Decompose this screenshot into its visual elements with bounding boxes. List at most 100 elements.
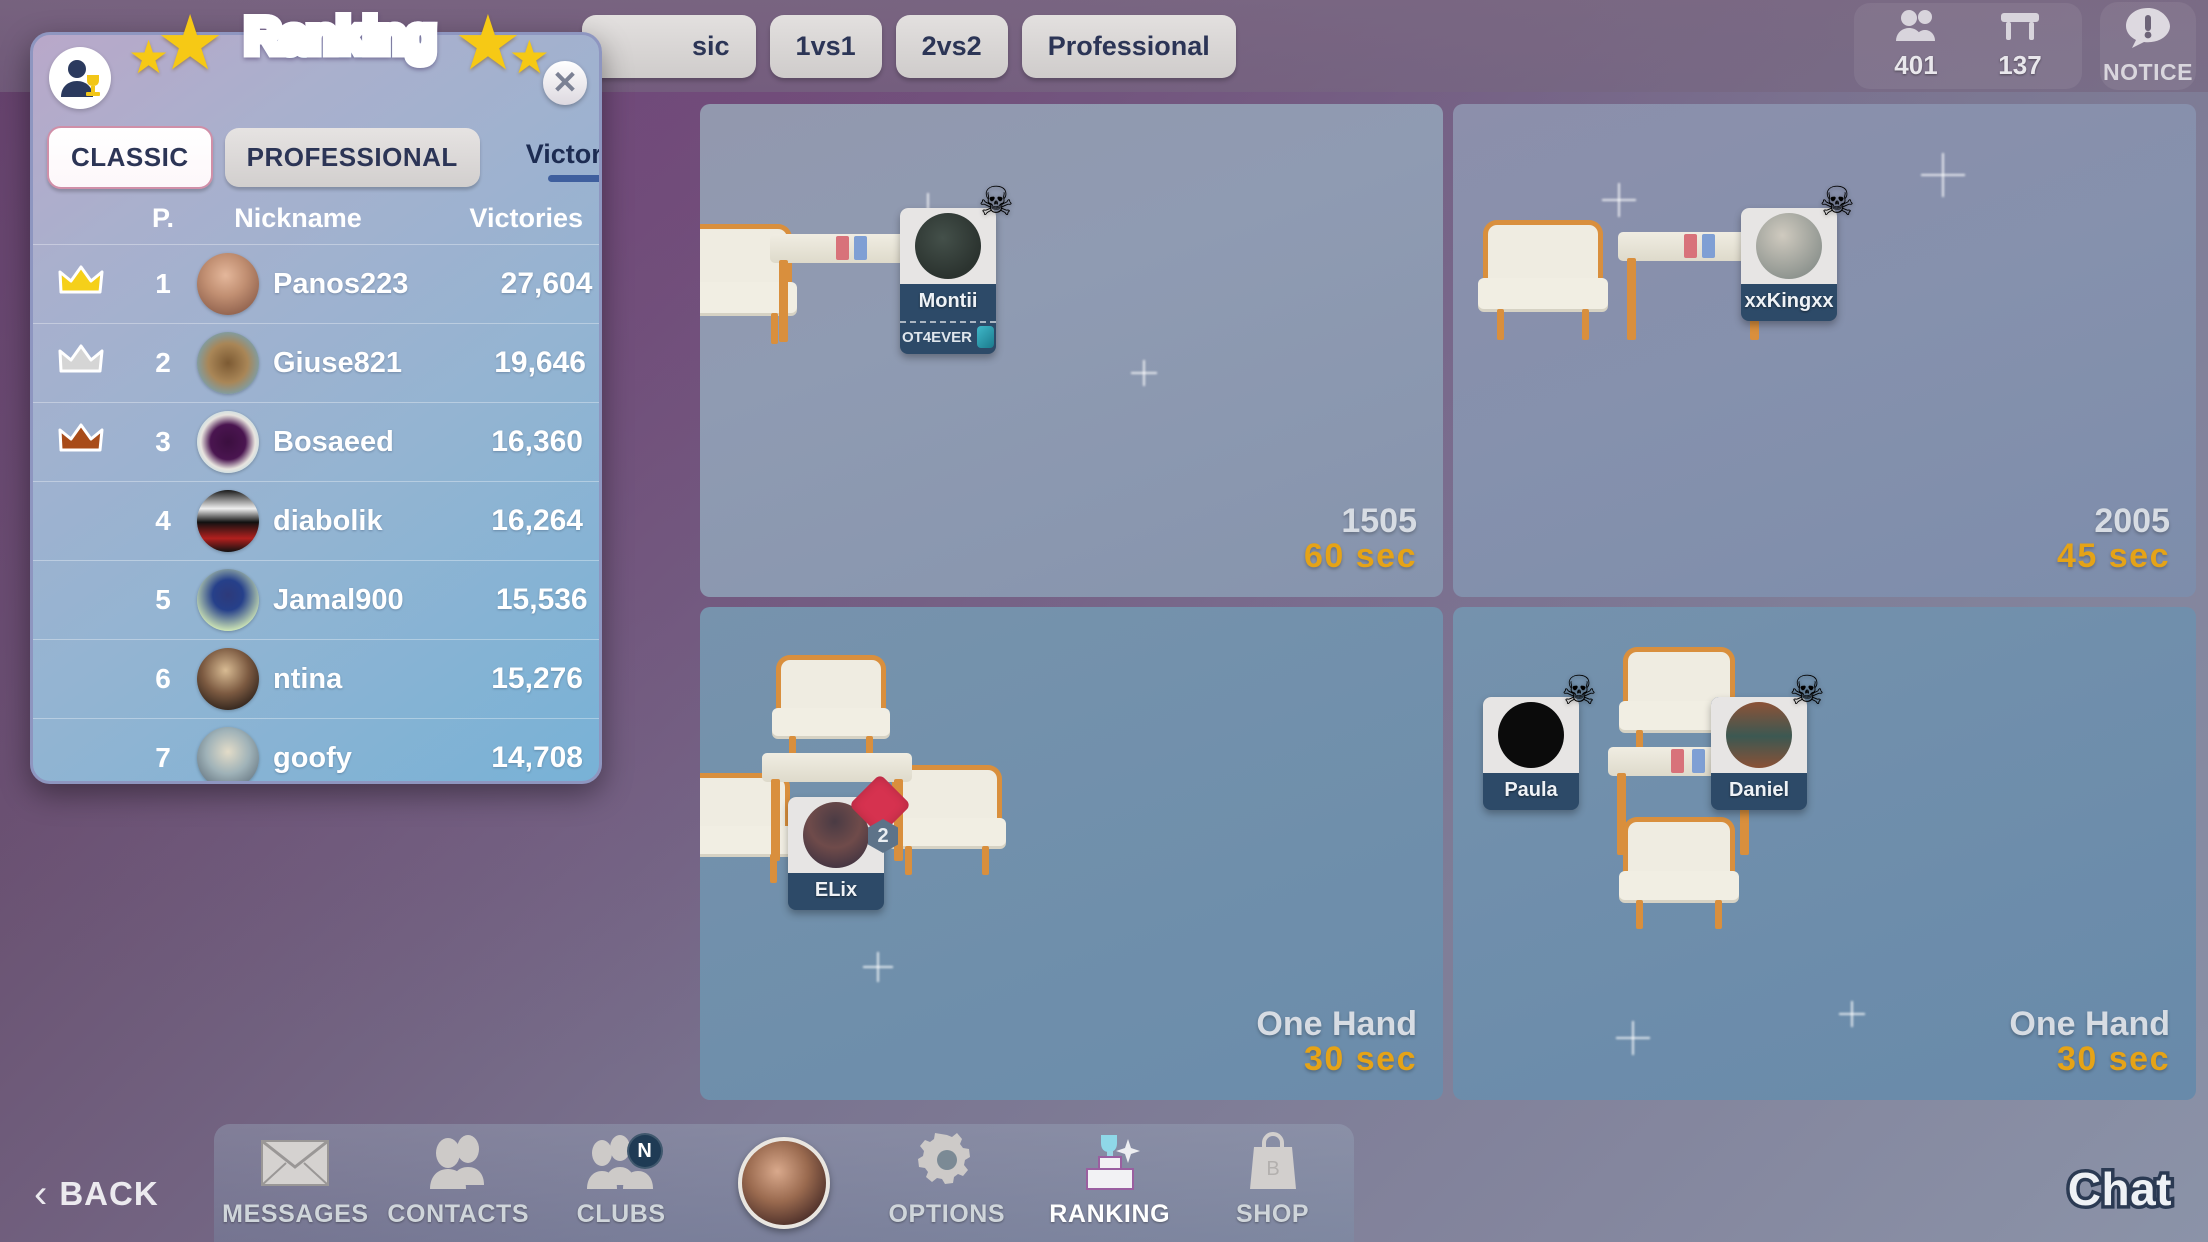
players-icon bbox=[1895, 9, 1937, 48]
player-name: Daniel bbox=[1728, 779, 1790, 801]
nav-item-ranking[interactable]: RANKING bbox=[1028, 1127, 1191, 1239]
player-nickname: Bosaeed bbox=[273, 425, 394, 458]
player-nickname: ntina bbox=[273, 662, 343, 695]
player-tile[interactable]: 2 ELix bbox=[788, 773, 912, 910]
nav-item-contacts[interactable]: CONTACTS bbox=[377, 1127, 540, 1239]
table-icon bbox=[1999, 9, 2041, 48]
podium-trophy-icon bbox=[1073, 1129, 1147, 1196]
player-cell: Giuse821 bbox=[197, 332, 402, 394]
contacts-icon bbox=[422, 1131, 494, 1196]
segment-classic[interactable]: CLASSIC bbox=[47, 125, 213, 189]
segment-professional[interactable]: PROFESSIONAL bbox=[224, 127, 480, 187]
club-emblem-icon bbox=[977, 326, 994, 348]
table-row[interactable]: 2 Giuse821 19,646 bbox=[33, 324, 599, 403]
ranking-list[interactable]: P. Nickname Victories 1 Panos223 27,604 … bbox=[33, 193, 599, 781]
ranking-modal: ✕ P. Nickname Victories 1 Panos223 27,60… bbox=[30, 32, 602, 784]
player-victories: 15,536 bbox=[495, 583, 588, 616]
player-cell: Panos223 bbox=[197, 253, 408, 315]
sparkle bbox=[1131, 360, 1157, 386]
player-nickname: Jamal900 bbox=[273, 583, 404, 616]
table-row[interactable]: 4 diabolik 16,264 bbox=[33, 482, 599, 561]
nav-item-clubs[interactable]: N CLUBS bbox=[540, 1127, 703, 1239]
rank-position: 4 bbox=[155, 505, 171, 536]
sparkle bbox=[1839, 1001, 1865, 1027]
player-nickname: Giuse821 bbox=[273, 346, 402, 379]
table-card-1505[interactable]: ☠ Montii OT4EVER 1505 60 sec bbox=[700, 104, 1443, 597]
sparkle bbox=[1616, 1021, 1650, 1055]
ranking-title-wrap: ★ ★ Ranking ★ ★ bbox=[128, 0, 550, 82]
player-nickname: goofy bbox=[273, 741, 352, 774]
nav-item-shop[interactable]: B SHOP bbox=[1191, 1127, 1354, 1239]
notice-button[interactable]: NOTICE bbox=[2100, 2, 2196, 90]
nav-item-options[interactable]: OPTIONS bbox=[865, 1127, 1028, 1239]
position-column-header: P. bbox=[151, 203, 175, 233]
players-online-counter: 401 bbox=[1864, 9, 1968, 81]
rank-position: 7 bbox=[155, 742, 171, 773]
player-tile[interactable]: ☠ Paula bbox=[1483, 671, 1597, 810]
table-mode: One Hand bbox=[2009, 1004, 2170, 1043]
top-right-status: 401 137 NOTICE bbox=[1854, 0, 2196, 92]
player-nickname: Panos223 bbox=[273, 267, 409, 300]
skull-icon: ☠ bbox=[1819, 180, 1855, 224]
nav-label-messages: MESSAGES bbox=[222, 1200, 369, 1228]
table-row[interactable]: 5 Jamal900 15,536 bbox=[33, 561, 599, 640]
tab-2vs2[interactable]: 2vs2 bbox=[895, 14, 1008, 78]
tables-open-value: 137 bbox=[1998, 50, 2042, 80]
close-icon[interactable]: ✕ bbox=[543, 61, 587, 105]
player-nickname: diabolik bbox=[273, 504, 383, 537]
table-row[interactable]: 1 Panos223 27,604 bbox=[33, 245, 599, 324]
table-card-one-hand-right[interactable]: ☠ Paula ☠ Daniel One Hand 30 sec bbox=[1453, 607, 2196, 1100]
nav-item-messages[interactable]: MESSAGES bbox=[214, 1127, 377, 1239]
crown-gold-icon bbox=[33, 264, 129, 304]
tab-classic-partial[interactable]: sic bbox=[582, 14, 756, 78]
skull-icon: ☠ bbox=[1789, 669, 1825, 713]
player-name: Paula bbox=[1504, 779, 1558, 801]
table-row[interactable]: 6 ntina 15,276 bbox=[33, 640, 599, 719]
ranking-list-header: P. Nickname Victories bbox=[33, 193, 599, 245]
avatar bbox=[197, 490, 259, 552]
player-victories: 16,360 bbox=[491, 425, 583, 458]
user-avatar-icon bbox=[738, 1137, 830, 1229]
chat-button[interactable]: Chat bbox=[2064, 1160, 2175, 1219]
player-victories: 16,264 bbox=[491, 504, 583, 537]
avatar bbox=[197, 727, 259, 781]
player-name: Montii bbox=[918, 290, 978, 312]
nav-item-profile[interactable] bbox=[703, 1127, 866, 1239]
rank-position: 6 bbox=[155, 663, 171, 694]
player-club: OT4EVER bbox=[900, 321, 996, 354]
tab-professional[interactable]: Professional bbox=[1021, 14, 1236, 78]
table-time: 30 sec bbox=[1304, 1040, 1417, 1079]
player-victories: 15,276 bbox=[491, 662, 583, 695]
subtab-victories[interactable]: Victories bbox=[516, 133, 599, 182]
rank-position: 3 bbox=[155, 426, 171, 457]
player-tile[interactable]: ☠ xxKingxx bbox=[1741, 182, 1855, 321]
player-cell: Bosaeed bbox=[197, 411, 399, 473]
back-button[interactable]: ‹ BACK bbox=[34, 1174, 159, 1214]
table-row[interactable]: 7 goofy 14,708 bbox=[33, 719, 599, 781]
profile-trophy-icon bbox=[49, 47, 111, 109]
tab-1vs1[interactable]: 1vs1 bbox=[769, 14, 882, 78]
table-card-2005[interactable]: ☠ xxKingxx 2005 45 sec bbox=[1453, 104, 2196, 597]
nav-label-options: OPTIONS bbox=[888, 1200, 1006, 1228]
envelope-icon bbox=[259, 1135, 331, 1196]
player-cell: Jamal900 bbox=[197, 569, 404, 631]
table-card-one-hand-left[interactable]: 2 ELix One Hand 30 sec bbox=[700, 607, 1443, 1100]
player-victories: 14,708 bbox=[491, 741, 583, 774]
table-info: One Hand 30 sec bbox=[1256, 1004, 1417, 1079]
back-label: BACK bbox=[59, 1175, 159, 1212]
table-row[interactable]: 3 Bosaeed 16,360 bbox=[33, 403, 599, 482]
rank-position: 5 bbox=[155, 584, 171, 615]
table-time: 30 sec bbox=[2057, 1040, 2170, 1079]
player-name: xxKingxx bbox=[1744, 290, 1834, 312]
table-info: 1505 60 sec bbox=[1304, 503, 1417, 575]
player-tile[interactable]: ☠ Daniel bbox=[1711, 671, 1825, 810]
shopping-bag-icon: B bbox=[1242, 1129, 1304, 1196]
player-tile[interactable]: ☠ Montii OT4EVER bbox=[900, 182, 1014, 354]
chair bbox=[1618, 817, 1740, 929]
players-online-value: 401 bbox=[1894, 50, 1938, 80]
player-victories: 27,604 bbox=[500, 267, 593, 300]
table-mode: One Hand bbox=[1256, 1004, 1417, 1043]
sparkle bbox=[1921, 153, 1965, 197]
game-table bbox=[770, 234, 920, 344]
nav-items-group: MESSAGES CONTACTS N CLUBS OPTIONS RANKIN… bbox=[214, 1124, 1354, 1242]
